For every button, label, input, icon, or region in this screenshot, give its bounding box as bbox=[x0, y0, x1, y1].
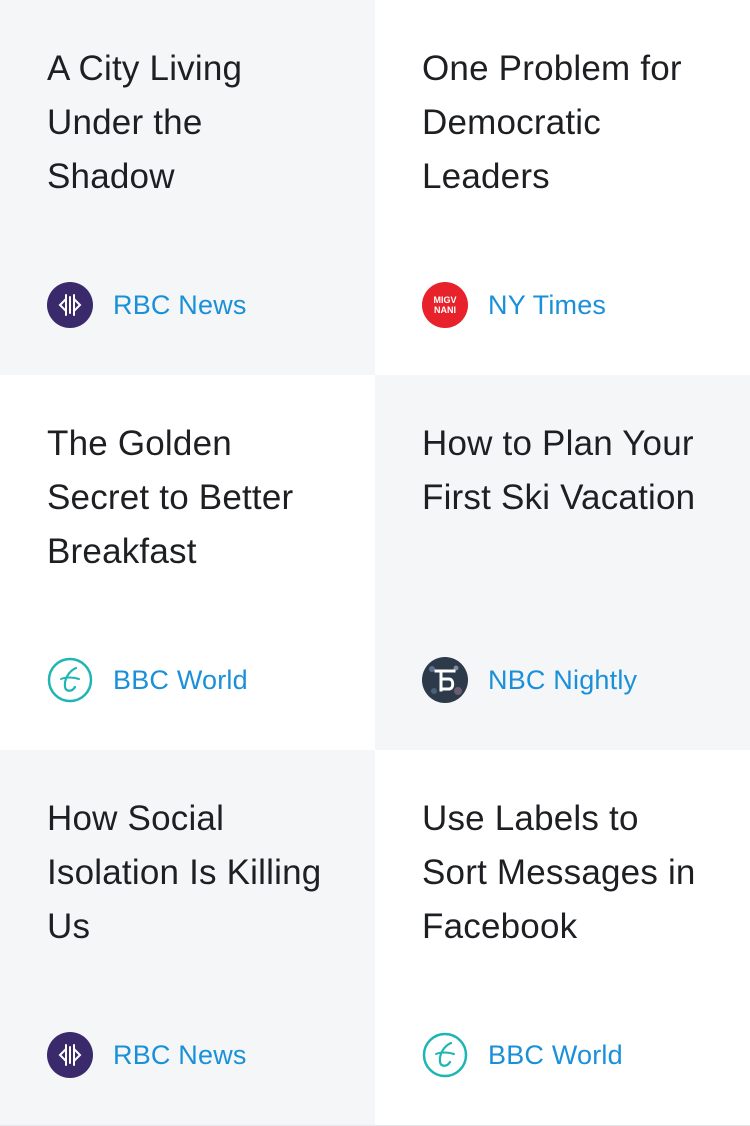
source-name: NBC Nightly bbox=[488, 664, 638, 695]
rbc-news-logo-icon bbox=[47, 282, 93, 328]
source-name: RBC News bbox=[113, 1039, 247, 1070]
card-source[interactable]: NBC Nightly bbox=[422, 657, 637, 703]
logo-text-line: MIGV bbox=[433, 295, 456, 305]
card-source[interactable]: RBC News bbox=[47, 282, 247, 328]
card-title: The Golden Secret to Better Breakfast bbox=[47, 424, 294, 571]
card-source[interactable]: MIGV NANI NY Times bbox=[422, 282, 606, 328]
card-title: One Problem for Democratic Leaders bbox=[422, 49, 682, 196]
card-source[interactable]: BBC World bbox=[47, 657, 248, 703]
nbc-nightly-logo-icon bbox=[422, 657, 468, 703]
card-source[interactable]: RBC News bbox=[47, 1032, 247, 1078]
card-title: How to Plan Your First Ski Vacation bbox=[422, 424, 696, 517]
source-name: RBC News bbox=[113, 289, 247, 320]
card-title: Use Labels to Sort Messages in Facebook bbox=[422, 799, 696, 946]
card-title: How Social Isolation Is Killing Us bbox=[47, 799, 322, 946]
news-card[interactable]: How to Plan Your First Ski Vacation NBC … bbox=[375, 375, 750, 750]
logo-text-line: NANI bbox=[434, 305, 456, 315]
bbc-world-logo-icon bbox=[422, 1032, 468, 1078]
ny-times-logo-icon: MIGV NANI bbox=[422, 282, 468, 328]
news-card[interactable]: The Golden Secret to Better Breakfast BB… bbox=[0, 375, 375, 750]
news-card-grid: A City Living Under the Shadow RBC News … bbox=[0, 0, 750, 1125]
news-card[interactable]: Use Labels to Sort Messages in Facebook … bbox=[375, 750, 750, 1125]
news-card[interactable]: How Social Isolation Is Killing Us RBC N… bbox=[0, 750, 375, 1125]
bbc-world-logo-icon bbox=[47, 657, 93, 703]
source-name: BBC World bbox=[113, 664, 248, 695]
source-name: NY Times bbox=[488, 289, 607, 320]
news-card[interactable]: A City Living Under the Shadow RBC News bbox=[0, 0, 375, 375]
news-card[interactable]: One Problem for Democratic Leaders MIGV … bbox=[375, 0, 750, 375]
rbc-news-logo-icon bbox=[47, 1032, 93, 1078]
card-source[interactable]: BBC World bbox=[422, 1032, 623, 1078]
card-title: A City Living Under the Shadow bbox=[47, 49, 243, 196]
source-name: BBC World bbox=[488, 1039, 623, 1070]
